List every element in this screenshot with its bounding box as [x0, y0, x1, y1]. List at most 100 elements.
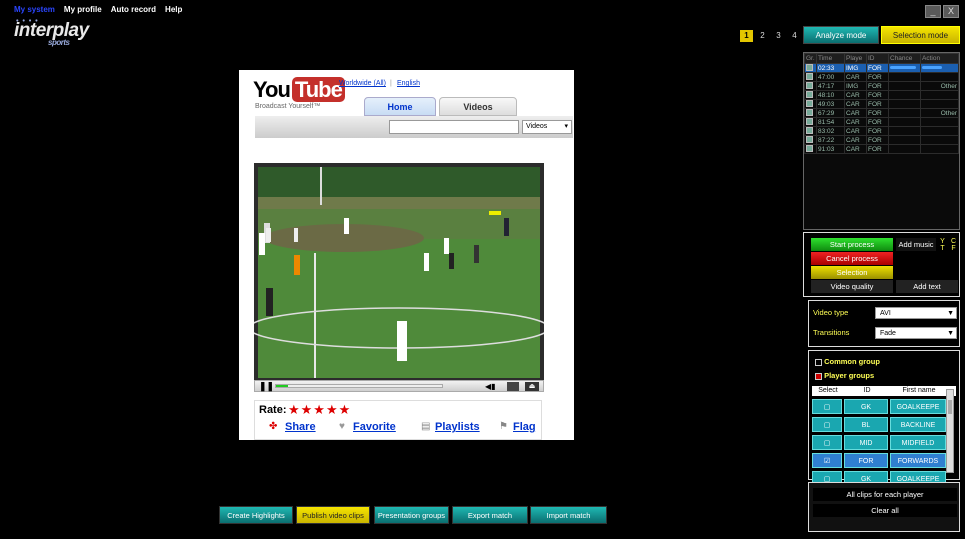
page-2[interactable]: 2	[756, 30, 769, 42]
menu-auto-record[interactable]: Auto record	[111, 5, 156, 14]
player-groups-checkbox[interactable]	[815, 372, 822, 380]
presentation-groups-button[interactable]: Presentation groups	[374, 506, 449, 524]
start-process-button[interactable]: Start process	[811, 238, 893, 251]
clip-action	[920, 99, 959, 109]
player-groups-row[interactable]: Player groups	[815, 371, 874, 380]
playlists-link[interactable]: Playlists	[435, 421, 480, 433]
region-link[interactable]: Worldwide (All)	[339, 80, 386, 87]
row-checkbox[interactable]	[806, 136, 813, 144]
selection-mode-button[interactable]: Selection mode	[881, 26, 960, 44]
create-highlights-button[interactable]: Create Highlights	[219, 506, 293, 524]
clip-row[interactable]: 02:33 IMG FOR	[804, 63, 959, 73]
col-chance[interactable]: Chance	[888, 53, 921, 64]
col-id[interactable]: ID	[866, 53, 889, 64]
clip-id: FOR	[866, 135, 889, 145]
group-select-checkbox[interactable]: ▢	[812, 435, 842, 450]
clip-row[interactable]: 48:10 CAR FOR	[804, 90, 959, 100]
common-group-checkbox[interactable]	[815, 358, 822, 366]
row-checkbox[interactable]	[806, 82, 813, 90]
video-frame[interactable]	[248, 163, 550, 380]
tab-home[interactable]: Home	[364, 97, 436, 116]
group-row[interactable]: ▢ BL BACKLINE	[812, 417, 956, 432]
clip-row[interactable]: 83:02 CAR FOR	[804, 126, 959, 136]
clip-player: IMG	[844, 81, 867, 91]
clip-player: CAR	[844, 99, 867, 109]
groups-scrollbar[interactable]	[946, 389, 954, 473]
row-checkbox[interactable]	[806, 100, 813, 108]
clip-row[interactable]: 87:22 CAR FOR	[804, 135, 959, 145]
group-select-checkbox[interactable]: ▢	[812, 399, 842, 414]
selection-button[interactable]: Selection	[811, 266, 893, 279]
publish-video-clips-button[interactable]: Publish video clips	[296, 506, 370, 524]
group-row[interactable]: ▢ MID MIDFIELD	[812, 435, 956, 450]
clip-row[interactable]: 67:29 CAR FOR Other	[804, 108, 959, 118]
flag-link[interactable]: Flag	[513, 421, 536, 433]
page-1[interactable]: 1	[740, 30, 753, 42]
transitions-select[interactable]: Fade ▼	[875, 327, 957, 339]
menu-my-system[interactable]: My system	[14, 5, 55, 14]
video-controls: ❚❚ ◀▮ ⏏	[254, 380, 544, 392]
share-link[interactable]: Share	[285, 421, 316, 433]
import-match-button[interactable]: Import match	[530, 506, 607, 524]
transitions-value: Fade	[880, 330, 896, 337]
clip-row[interactable]: 91:03 CAR FOR	[804, 144, 959, 154]
add-text-button[interactable]: Add text	[896, 280, 958, 293]
scrollbar-thumb[interactable]	[948, 400, 952, 414]
clip-chance	[888, 126, 921, 136]
row-checkbox[interactable]	[806, 109, 813, 117]
row-checkbox[interactable]	[806, 127, 813, 135]
clip-row[interactable]: 47:17 IMG FOR Other	[804, 81, 959, 91]
col-time[interactable]: Time	[816, 53, 845, 64]
add-music-button[interactable]: Add music	[896, 238, 936, 251]
minimize-button[interactable]: _	[925, 5, 941, 18]
page-4[interactable]: 4	[788, 30, 801, 42]
all-clips-button[interactable]: All clips for each player	[813, 488, 957, 501]
clip-row[interactable]: 81:54 CAR FOR	[804, 117, 959, 127]
col-action[interactable]: Action	[920, 53, 959, 64]
row-checkbox[interactable]	[806, 73, 813, 81]
clip-row[interactable]: 49:03 CAR FOR	[804, 99, 959, 109]
tab-videos[interactable]: Videos	[439, 97, 517, 116]
menu-help[interactable]: Help	[165, 5, 182, 14]
cf-toggle[interactable]: C F	[949, 238, 958, 252]
export-match-button[interactable]: Export match	[452, 506, 528, 524]
row-checkbox[interactable]	[806, 91, 813, 99]
group-row[interactable]: ☑ FOR FORWARDS	[812, 453, 956, 468]
clip-row[interactable]: 47:00 CAR FOR	[804, 72, 959, 82]
clip-time: 83:02	[816, 126, 845, 136]
language-link[interactable]: English	[397, 80, 420, 87]
clip-chance	[888, 117, 921, 127]
col-player[interactable]: Playe	[844, 53, 867, 64]
yt-toggle[interactable]: Y T	[938, 238, 947, 252]
clear-all-button[interactable]: Clear all	[813, 504, 957, 517]
row-checkbox[interactable]	[806, 64, 813, 72]
youtube-search-input[interactable]	[389, 120, 519, 134]
widescreen-icon[interactable]	[507, 382, 519, 391]
volume-icon[interactable]: ◀▮	[485, 381, 496, 392]
seek-bar[interactable]	[275, 384, 443, 388]
common-group-row[interactable]: Common group	[815, 357, 880, 366]
clip-player: CAR	[844, 144, 867, 154]
clip-id: FOR	[866, 72, 889, 82]
analyze-mode-button[interactable]: Analyze mode	[803, 26, 879, 44]
fullscreen-icon[interactable]: ⏏	[525, 382, 539, 391]
favorite-link[interactable]: Favorite	[353, 421, 396, 433]
rating-stars[interactable]: ★★★★★	[288, 402, 351, 418]
search-type-select[interactable]: Videos ▾	[522, 120, 572, 134]
cancel-process-button[interactable]: Cancel process	[811, 252, 893, 265]
page-3[interactable]: 3	[772, 30, 785, 42]
group-row[interactable]: ▢ GK GOALKEEPE	[812, 399, 956, 414]
youtube-logo: You Tube	[253, 77, 345, 103]
menu-my-profile[interactable]: My profile	[64, 5, 102, 14]
soccer-video-frame	[248, 163, 550, 380]
close-button[interactable]: X	[943, 5, 959, 18]
pause-icon[interactable]: ❚❚	[259, 381, 274, 392]
group-select-checkbox[interactable]: ▢	[812, 417, 842, 432]
row-checkbox[interactable]	[806, 145, 813, 153]
group-select-checkbox[interactable]: ☑	[812, 453, 842, 468]
video-settings-panel: Video type AVI ▼ Transitions Fade ▼	[808, 300, 960, 347]
video-quality-button[interactable]: Video quality	[811, 280, 893, 293]
row-checkbox[interactable]	[806, 118, 813, 126]
col-group[interactable]: Gr.	[804, 53, 817, 64]
video-type-select[interactable]: AVI ▼	[875, 307, 957, 319]
